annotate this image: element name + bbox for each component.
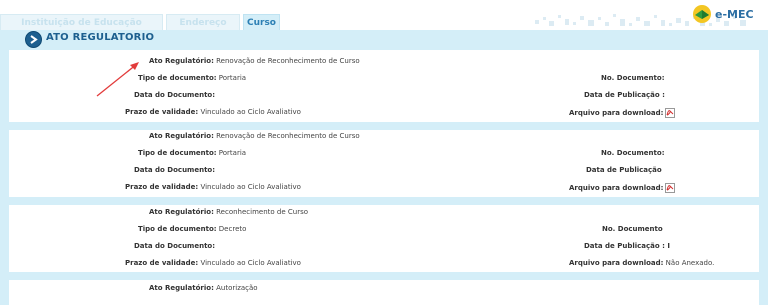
tipo-value: Portaria bbox=[218, 149, 247, 157]
record-3-data-row: Data do Documento: Data de Publicação : … bbox=[9, 237, 759, 255]
data-publicacao-label: Data de Publicação bbox=[586, 166, 662, 174]
ato-label: Ato Regulatório: bbox=[149, 132, 214, 140]
data-publicacao-label: Data de Publicação : bbox=[584, 91, 665, 99]
record-3-tipo-row: Tipo de documento: Decreto No. Documento bbox=[9, 220, 759, 238]
record-3-ato-row: Ato Regulatório: Reconhecimento de Curso bbox=[9, 203, 759, 221]
no-documento-label: No. Documento bbox=[602, 225, 663, 233]
tipo-value: Decreto bbox=[218, 225, 247, 233]
tab-endereco[interactable]: Endereço bbox=[166, 14, 240, 31]
pdf-icon[interactable] bbox=[665, 183, 676, 193]
emec-logo: e-MEC bbox=[692, 3, 754, 25]
tab-bar: Instituição de Educação Superior Endereç… bbox=[0, 0, 768, 45]
data-documento-label: Data do Documento: bbox=[134, 242, 216, 250]
tipo-value: Portaria bbox=[218, 74, 247, 82]
pdf-icon[interactable] bbox=[665, 108, 676, 118]
record-1-prazo-row: Prazo de validade: Vinculado ao Ciclo Av… bbox=[9, 103, 759, 121]
record-2-data-row: Data do Documento: Data de Publicação bbox=[9, 161, 759, 179]
prazo-value: Vinculado ao Ciclo Avaliativo bbox=[200, 108, 301, 116]
tipo-label: Tipo de documento: bbox=[138, 225, 217, 233]
ato-value: Renovação de Reconhecimento de Curso bbox=[216, 132, 360, 140]
no-documento-label: No. Documento: bbox=[601, 74, 665, 82]
section-header: ATO REGULATORIO bbox=[9, 30, 759, 50]
data-documento-label: Data do Documento: bbox=[134, 166, 216, 174]
data-publicacao-label: Data de Publicação : I bbox=[584, 242, 670, 250]
tipo-label: Tipo de documento: bbox=[138, 149, 217, 157]
record-2-tipo-row: Tipo de documento: Portaria No. Document… bbox=[9, 144, 759, 162]
prazo-label: Prazo de validade: bbox=[125, 259, 199, 267]
record-2-ato-row: Ato Regulatório: Renovação de Reconhecim… bbox=[9, 127, 759, 145]
circle-arrow-icon[interactable] bbox=[25, 31, 42, 48]
red-annotation-arrow bbox=[96, 62, 139, 97]
logo-icon bbox=[693, 5, 711, 23]
tab-curso[interactable]: Curso bbox=[243, 14, 280, 31]
ato-label: Ato Regulatório: bbox=[149, 284, 214, 292]
prazo-value: Vinculado ao Ciclo Avaliativo bbox=[200, 259, 301, 267]
arquivo-value: Não Anexado. bbox=[665, 259, 715, 267]
arquivo-label: Arquivo para download: bbox=[569, 184, 664, 192]
record-2-prazo-row: Prazo de validade: Vinculado ao Ciclo Av… bbox=[9, 178, 759, 196]
arquivo-label: Arquivo para download: bbox=[569, 259, 664, 267]
ato-value: Reconhecimento de Curso bbox=[216, 208, 309, 216]
ato-value: Renovação de Reconhecimento de Curso bbox=[216, 57, 360, 65]
tab-instituicao[interactable]: Instituição de Educação Superior bbox=[0, 14, 163, 45]
ato-label: Ato Regulatório: bbox=[149, 57, 214, 65]
tipo-label: Tipo de documento: bbox=[138, 74, 217, 82]
record-3-prazo-row: Prazo de validade: Vinculado ao Ciclo Av… bbox=[9, 254, 759, 272]
prazo-label: Prazo de validade: bbox=[125, 183, 199, 191]
prazo-label: Prazo de validade: bbox=[125, 108, 199, 116]
data-documento-label: Data do Documento: bbox=[134, 91, 216, 99]
section-title: ATO REGULATORIO bbox=[46, 32, 155, 43]
arquivo-label: Arquivo para download: bbox=[569, 109, 664, 117]
logo-text: e-MEC bbox=[715, 7, 754, 21]
ato-value: Autorização bbox=[216, 284, 258, 292]
ato-label: Ato Regulatório: bbox=[149, 208, 214, 216]
record-4-ato-row: Ato Regulatório: Autorização bbox=[9, 279, 759, 297]
no-documento-label: No. Documento: bbox=[601, 149, 665, 157]
prazo-value: Vinculado ao Ciclo Avaliativo bbox=[200, 183, 301, 191]
